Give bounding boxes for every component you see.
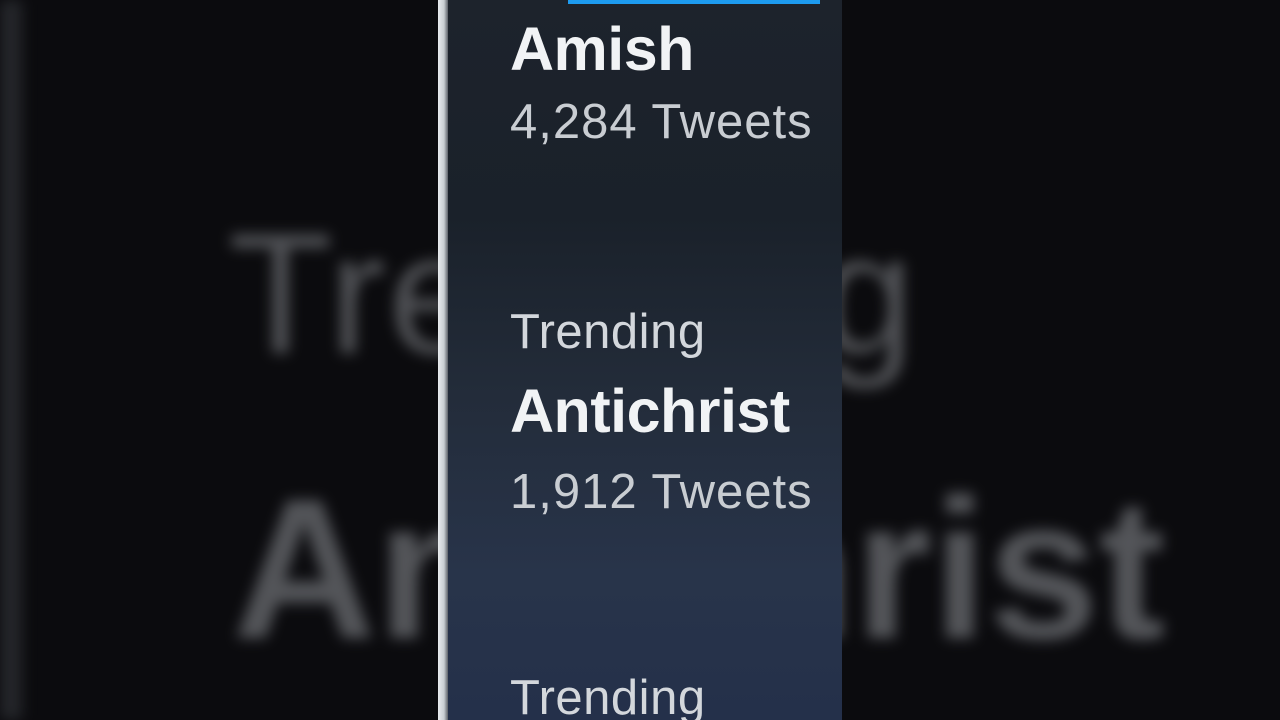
backdrop-edge xyxy=(0,0,22,720)
trend-item-amish[interactable]: Amish 4,284 Tweets xyxy=(510,14,842,150)
video-frame: Trending Antichrist Amish 4,284 Tweets T… xyxy=(0,0,1280,720)
trend-category-label: Trending xyxy=(510,305,706,359)
screen-bezel-edge xyxy=(438,0,448,720)
trend-topic: Antichrist xyxy=(510,377,790,445)
trend-item-next[interactable]: Trending xyxy=(510,670,842,720)
trend-category-label: Trending xyxy=(510,671,706,720)
trend-tweet-count: 1,912 Tweets xyxy=(510,465,813,519)
trend-item-antichrist[interactable]: Trending Antichrist 1,912 Tweets xyxy=(510,304,842,520)
trend-tweet-count: 4,284 Tweets xyxy=(510,95,813,149)
trends-panel: Amish 4,284 Tweets Trending Antichrist 1… xyxy=(438,0,842,720)
tab-active-indicator xyxy=(568,0,820,4)
trend-topic: Amish xyxy=(510,15,694,83)
